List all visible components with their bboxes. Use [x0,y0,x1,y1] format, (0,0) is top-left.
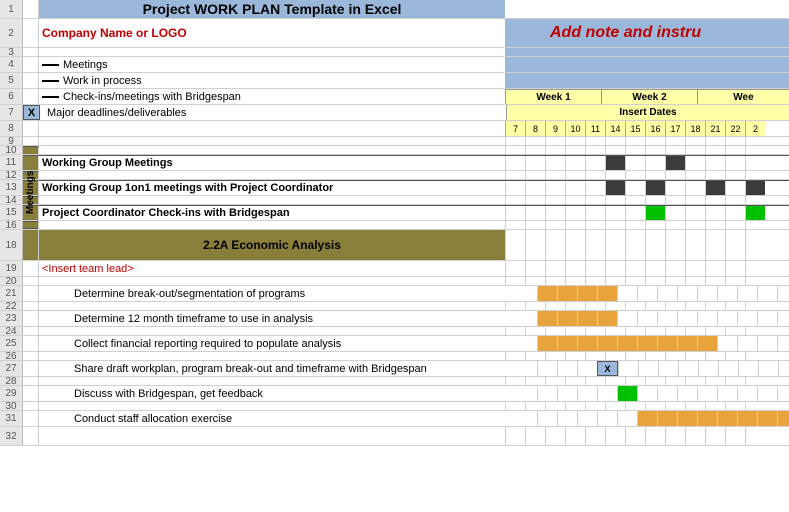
gantt-meeting-icon [645,181,665,195]
week1-header: Week 1 [505,89,601,104]
row-5[interactable]: 5 Work in process [0,73,789,89]
mrow2-label[interactable]: Working Group 1on1 meetings with Project… [39,180,505,195]
task5-label[interactable]: Discuss with Bridgespan, get feedback [39,386,537,401]
note-banner[interactable]: Add note and instru [505,19,789,47]
legend-wip-icon [42,80,59,82]
spreadsheet[interactable]: 1 Project WORK PLAN Template in Excel 2 … [0,0,789,446]
row-27[interactable]: 27 Share draft workplan, program break-o… [0,361,789,377]
rownum: 2 [0,19,23,47]
row-18[interactable]: 18 2.2A Economic Analysis [0,230,789,261]
task1-label[interactable]: Determine break-out/segmentation of prog… [39,286,537,301]
gantt-meeting-icon [705,181,725,195]
row-9[interactable]: 9 [0,137,789,146]
row-13[interactable]: 13 Working Group 1on1 meetings with Proj… [0,180,789,196]
rownum: 1 [0,0,23,18]
row-26[interactable]: 26 [0,352,789,361]
row-25[interactable]: 25 Collect financial reporting required … [0,336,789,352]
row-6[interactable]: 6 Check-ins/meetings with Bridgespan Wee… [0,89,789,105]
legend-deadlines-label: Major deadlines/deliverables [47,107,186,119]
row-3[interactable]: 3 [0,48,789,57]
meetings-vertical-label: Meetings [25,154,36,214]
row-16[interactable]: 16 [0,221,789,230]
row-28[interactable]: 28 [0,377,789,386]
gantt-meeting-icon [605,156,625,170]
legend-x-icon: X [23,105,40,120]
row-20[interactable]: 20 [0,277,789,286]
week2-header: Week 2 [601,89,697,104]
milestone-x-icon: X [597,361,618,376]
row-1[interactable]: 1 Project WORK PLAN Template in Excel [0,0,789,19]
row-29[interactable]: 29 Discuss with Bridgespan, get feedback [0,386,789,402]
legend-wip-label: Work in process [63,75,142,87]
row-22[interactable]: 22 [0,302,789,311]
gantt-checkin-icon [617,386,637,401]
row-14[interactable]: 14 [0,196,789,205]
task4-label[interactable]: Share draft workplan, program break-out … [39,361,537,376]
row-4[interactable]: 4 Meetings [0,57,789,73]
gantt-checkin-icon [645,206,665,220]
insert-dates-header: Insert Dates [506,105,789,120]
company-name[interactable]: Company Name or LOGO [39,19,505,47]
row-11[interactable]: 11 Meetings Working Group Meetings [0,155,789,171]
day-numbers-row: 7 8 9 10 11 14 15 16 17 18 21 22 2 [505,121,789,136]
section-header: 2.2A Economic Analysis [39,230,505,260]
legend-meetings-icon [42,64,59,66]
legend-checkins-icon [42,96,59,98]
row-32[interactable]: 32 [0,427,789,446]
mrow3-label[interactable]: Project Coordinator Check-ins with Bridg… [39,205,505,220]
row-12[interactable]: 12 [0,171,789,180]
row-23[interactable]: 23 Determine 12 month timeframe to use i… [0,311,789,327]
team-lead-field[interactable]: <Insert team lead> [39,261,505,276]
week3-header: Wee [697,89,789,104]
gantt-meeting-icon [605,181,625,195]
row-21[interactable]: 21 Determine break-out/segmentation of p… [0,286,789,302]
gantt-checkin-icon [745,206,765,220]
gantt-meeting-icon [665,156,685,170]
task2-label[interactable]: Determine 12 month timeframe to use in a… [39,311,537,326]
row-8[interactable]: 8 7 8 9 10 11 14 15 16 17 18 21 22 2 [0,121,789,137]
row-10[interactable]: 10 [0,146,789,155]
rownum: 3 [0,48,23,56]
gantt-wip-icon [537,286,557,301]
row-30[interactable]: 30 [0,402,789,411]
gutter [23,0,39,18]
right-pane [505,0,789,18]
legend-checkins-label: Check-ins/meetings with Bridgespan [63,91,241,103]
row-2[interactable]: 2 Company Name or LOGO Add note and inst… [0,19,789,48]
meetings-sidebar: Meetings [23,155,39,170]
row-7[interactable]: 7 X Major deadlines/deliverables Insert … [0,105,789,121]
gutter [23,19,39,47]
week-header-row: Week 1 Week 2 Wee [505,89,789,104]
row-24[interactable]: 24 [0,327,789,336]
row-31[interactable]: 31 Conduct staff allocation exercise [0,411,789,427]
row-15[interactable]: 15 Project Coordinator Check-ins with Br… [0,205,789,221]
row-19[interactable]: 19 <Insert team lead> [0,261,789,277]
legend-meetings-label: Meetings [63,59,108,71]
mrow1-label[interactable]: Working Group Meetings [39,155,505,170]
gantt-meeting-icon [745,181,765,195]
task3-label[interactable]: Collect financial reporting required to … [39,336,537,351]
task6-label[interactable]: Conduct staff allocation exercise [39,411,537,426]
page-title: Project WORK PLAN Template in Excel [39,0,505,18]
